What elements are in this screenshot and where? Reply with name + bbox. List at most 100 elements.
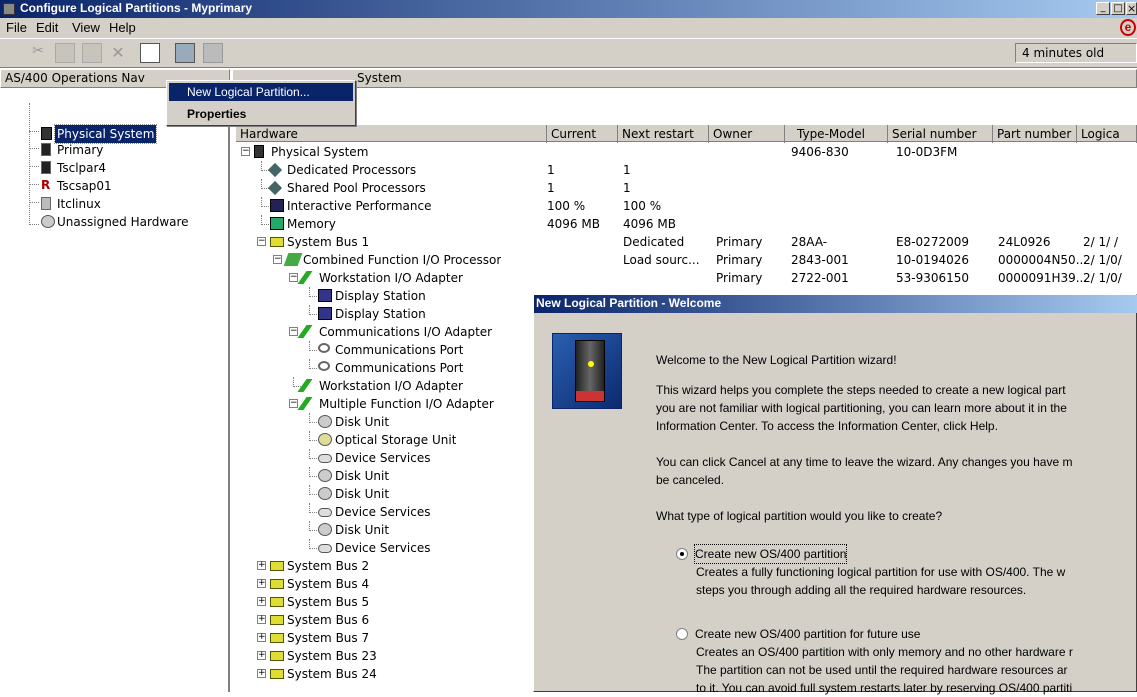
maximize-button[interactable]: □ xyxy=(1111,2,1125,15)
minimize-button[interactable]: _ xyxy=(1096,2,1110,15)
col-hardware[interactable]: Hardware xyxy=(236,125,547,143)
menu-help[interactable]: Help xyxy=(109,20,136,35)
table-header: Hardware Current Next restart Owner Type… xyxy=(236,124,1137,143)
collapse-icon[interactable]: − xyxy=(289,273,298,282)
menu-item-properties[interactable]: Properties xyxy=(169,105,353,123)
hardware-name: Disk Unit xyxy=(335,415,390,429)
proc-icon xyxy=(267,180,283,196)
col-type-model[interactable]: Type-Model xyxy=(785,125,888,143)
menu-edit[interactable]: Edit xyxy=(36,20,58,35)
collapse-icon[interactable]: − xyxy=(273,255,282,264)
cell-next: 100 % xyxy=(623,199,662,213)
hardware-name: Optical Storage Unit xyxy=(335,433,457,447)
wizard-dialog: New Logical Partition - Welcome Welcome … xyxy=(533,294,1137,695)
table-row[interactable]: Dedicated Processors 1 1 xyxy=(0,161,1137,179)
hardware-name: System Bus 4 xyxy=(287,577,370,591)
col-logical[interactable]: Logica xyxy=(1077,125,1137,143)
col-part-number[interactable]: Part number xyxy=(993,125,1077,143)
opt-icon xyxy=(318,433,332,446)
collapse-icon[interactable]: − xyxy=(241,147,250,156)
menu-file[interactable]: File xyxy=(6,20,27,35)
col-owner[interactable]: Owner xyxy=(709,125,785,143)
cell-next: Load sourc... xyxy=(623,253,700,267)
table-row[interactable]: − Combined Function I/O Processor Load sou… xyxy=(0,251,1137,269)
col-next-restart[interactable]: Next restart xyxy=(618,125,709,143)
context-menu: New Logical Partition... Properties xyxy=(166,80,356,126)
refresh-icon[interactable] xyxy=(203,43,223,63)
cell-current: 1 xyxy=(547,181,555,195)
table-row[interactable]: − Workstation I/O Adapter Primary 2722-001 5… xyxy=(0,269,1137,287)
cell-type: 9406-830 xyxy=(791,145,849,159)
server-tower-icon xyxy=(575,340,605,402)
collapse-icon[interactable]: − xyxy=(257,237,266,246)
expand-icon[interactable]: + xyxy=(257,651,266,660)
hardware-name: System Bus 7 xyxy=(287,631,370,645)
cell-type: 2722-001 xyxy=(791,271,849,285)
cell-part: 0000004N50... xyxy=(998,253,1088,267)
table-row[interactable]: Shared Pool Processors 1 1 xyxy=(0,179,1137,197)
close-glyph: × xyxy=(1127,2,1137,15)
cell-logical: 2/ 1/0/ xyxy=(1083,271,1122,285)
delete-icon[interactable]: ✕ xyxy=(108,43,128,63)
table-row[interactable]: − System Bus 1 Dedicated Primary 28AA- E8-027… xyxy=(0,233,1137,251)
radio-selected-icon[interactable] xyxy=(676,548,688,560)
disk-icon xyxy=(318,523,332,536)
expand-icon[interactable]: + xyxy=(257,597,266,606)
col-serial-number[interactable]: Serial number xyxy=(888,125,993,143)
hardware-name: Communications Port xyxy=(335,343,464,357)
option2-desc-line3: to it. You can avoid full system restart… xyxy=(696,681,1073,695)
cut-icon[interactable]: ✂ xyxy=(28,43,48,63)
hardware-name: Communications I/O Adapter xyxy=(319,325,493,339)
table-row[interactable]: − Physical System 9406-830 10-0D3FM xyxy=(0,143,1137,161)
wizard-graphic xyxy=(552,333,622,409)
cell-part: 0000091H39... xyxy=(998,271,1088,285)
intro-line-2: you are not familiar with logical partit… xyxy=(656,401,1067,415)
expand-icon[interactable]: + xyxy=(257,669,266,678)
hardware-name: System Bus 5 xyxy=(287,595,370,609)
left-panel-title: AS/400 Operations Nav xyxy=(5,71,145,85)
cell-serial: E8-0272009 xyxy=(896,235,969,249)
copy-icon[interactable] xyxy=(55,43,75,63)
cell-type: 2843-001 xyxy=(791,253,849,267)
collapse-icon[interactable]: − xyxy=(289,327,298,336)
bus-icon xyxy=(270,597,284,607)
option2-desc-line1: Creates an OS/400 partition with only me… xyxy=(696,645,1073,659)
bus-icon xyxy=(270,561,284,571)
view-icon[interactable] xyxy=(175,43,195,63)
table-row[interactable]: Memory 4096 MB 4096 MB xyxy=(0,215,1137,233)
close-button[interactable]: × xyxy=(1126,2,1137,15)
hardware-name: Disk Unit xyxy=(335,487,390,501)
option2-description: Creates an OS/400 partition with only me… xyxy=(696,643,1073,697)
iop-icon xyxy=(283,253,303,266)
cell-type: 28AA- xyxy=(791,235,828,249)
col-current[interactable]: Current xyxy=(547,125,618,143)
hardware-name: Workstation I/O Adapter xyxy=(319,379,463,393)
bus-icon xyxy=(270,579,284,589)
cell-logical: 2/ 1/ / xyxy=(1083,235,1119,249)
expand-icon[interactable]: + xyxy=(257,615,266,624)
properties-icon[interactable] xyxy=(140,43,160,63)
expand-icon[interactable]: + xyxy=(257,633,266,642)
server-icon xyxy=(254,145,264,158)
hardware-name: System Bus 23 xyxy=(287,649,377,663)
radio-unselected-icon[interactable] xyxy=(676,628,688,640)
hardware-name: Physical System xyxy=(271,145,369,159)
hardware-name: Workstation I/O Adapter xyxy=(319,271,463,285)
table-row[interactable]: Interactive Performance 100 % 100 % xyxy=(0,197,1137,215)
disk-icon xyxy=(318,487,332,500)
cell-next: 1 xyxy=(623,181,631,195)
expand-icon[interactable]: + xyxy=(257,579,266,588)
paste-icon[interactable] xyxy=(82,43,102,63)
collapse-icon[interactable]: − xyxy=(289,399,298,408)
hardware-name: Disk Unit xyxy=(335,469,390,483)
cell-current: 100 % xyxy=(547,199,586,213)
disp-icon xyxy=(318,289,332,302)
disk-icon xyxy=(318,415,332,428)
cell-serial: 10-0D3FM xyxy=(896,145,958,159)
menu-view[interactable]: View xyxy=(72,20,100,35)
expand-icon[interactable]: + xyxy=(257,561,266,570)
cell-next: Dedicated xyxy=(623,235,685,249)
hardware-name: Display Station xyxy=(335,289,426,303)
data-age-field: 4 minutes old xyxy=(1015,43,1137,63)
menu-item-new-logical-partition[interactable]: New Logical Partition... xyxy=(169,83,353,101)
